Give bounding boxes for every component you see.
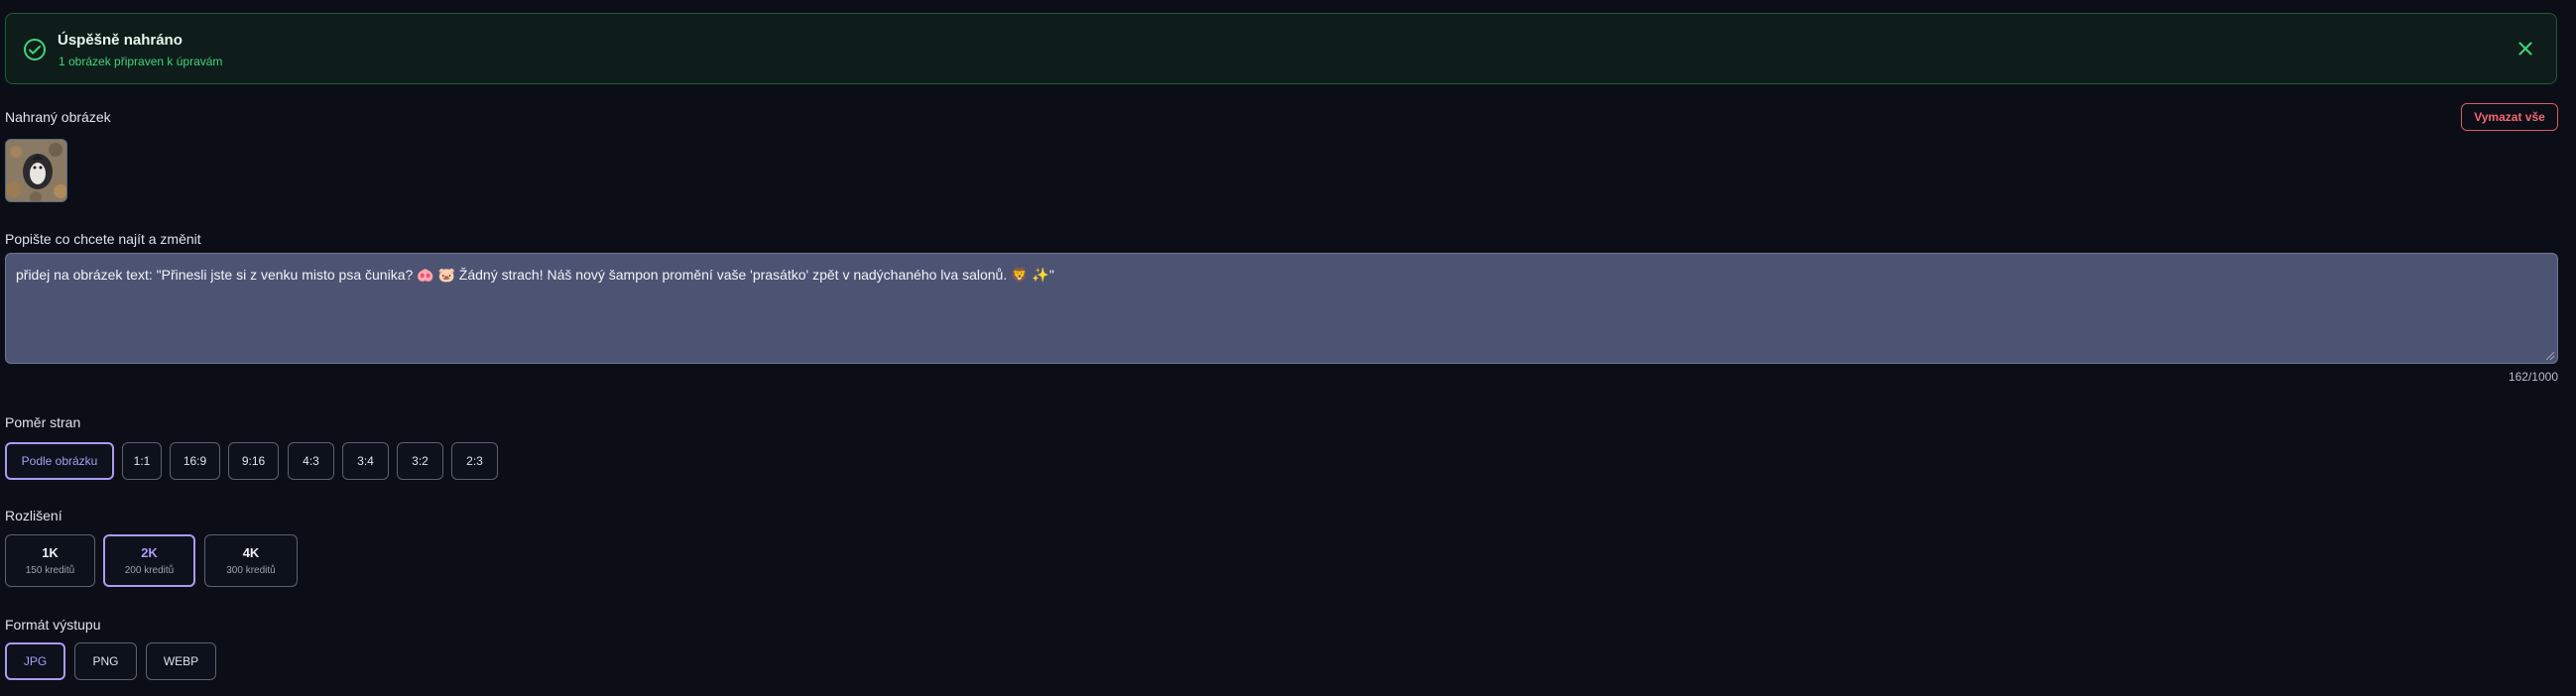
- resolution-option-2k[interactable]: 2K 200 kreditů: [103, 534, 195, 587]
- resize-handle-icon[interactable]: [2543, 349, 2555, 361]
- aspect-option-podle-obrazku[interactable]: Podle obrázku: [5, 442, 114, 480]
- alert-title: Úspěšně nahráno: [58, 32, 183, 49]
- resolution-credits: 200 kreditů: [124, 565, 175, 576]
- format-option-png[interactable]: PNG: [74, 642, 137, 680]
- check-circle-icon: [24, 39, 46, 60]
- resolution-name: 2K: [141, 545, 158, 560]
- aspect-option-2-3[interactable]: 2:3: [451, 442, 498, 480]
- resolution-label: Rozlišení: [5, 508, 62, 523]
- output-format-label: Formát výstupu: [5, 617, 101, 633]
- prompt-text: přidej na obrázek text: "Přinesli jste s…: [16, 267, 1054, 283]
- aspect-option-16-9[interactable]: 16:9: [170, 442, 220, 480]
- resolution-option-1k[interactable]: 1K 150 kreditů: [5, 534, 95, 587]
- aspect-ratio-label: Poměr stran: [5, 414, 81, 430]
- clear-all-button[interactable]: Vymazat vše: [2461, 103, 2558, 131]
- aspect-option-1-1[interactable]: 1:1: [122, 442, 162, 480]
- aspect-option-9-16[interactable]: 9:16: [228, 442, 279, 480]
- thumbnail-image: [6, 140, 66, 201]
- format-option-jpg[interactable]: JPG: [5, 642, 65, 680]
- success-alert: Úspěšně nahráno 1 obrázek připraven k úp…: [5, 13, 2557, 84]
- prompt-label: Popište co chcete najít a změnit: [5, 231, 201, 247]
- aspect-option-3-2[interactable]: 3:2: [397, 442, 443, 480]
- character-counter: 162/1000: [2508, 370, 2558, 384]
- uploaded-image-thumbnail[interactable]: [5, 139, 67, 202]
- resolution-name: 4K: [242, 545, 260, 560]
- resolution-credits: 150 kreditů: [25, 565, 75, 576]
- aspect-option-4-3[interactable]: 4:3: [288, 442, 334, 480]
- aspect-option-3-4[interactable]: 3:4: [342, 442, 389, 480]
- resolution-option-4k[interactable]: 4K 300 kreditů: [204, 534, 298, 587]
- prompt-textarea[interactable]: přidej na obrázek text: "Přinesli jste s…: [5, 253, 2558, 364]
- resolution-credits: 300 kreditů: [226, 565, 276, 576]
- uploaded-image-label: Nahraný obrázek: [5, 109, 111, 125]
- close-icon[interactable]: [2515, 38, 2536, 59]
- alert-subtitle: 1 obrázek připraven k úpravám: [59, 55, 223, 68]
- format-option-webp[interactable]: WEBP: [146, 642, 216, 680]
- resolution-name: 1K: [42, 545, 59, 560]
